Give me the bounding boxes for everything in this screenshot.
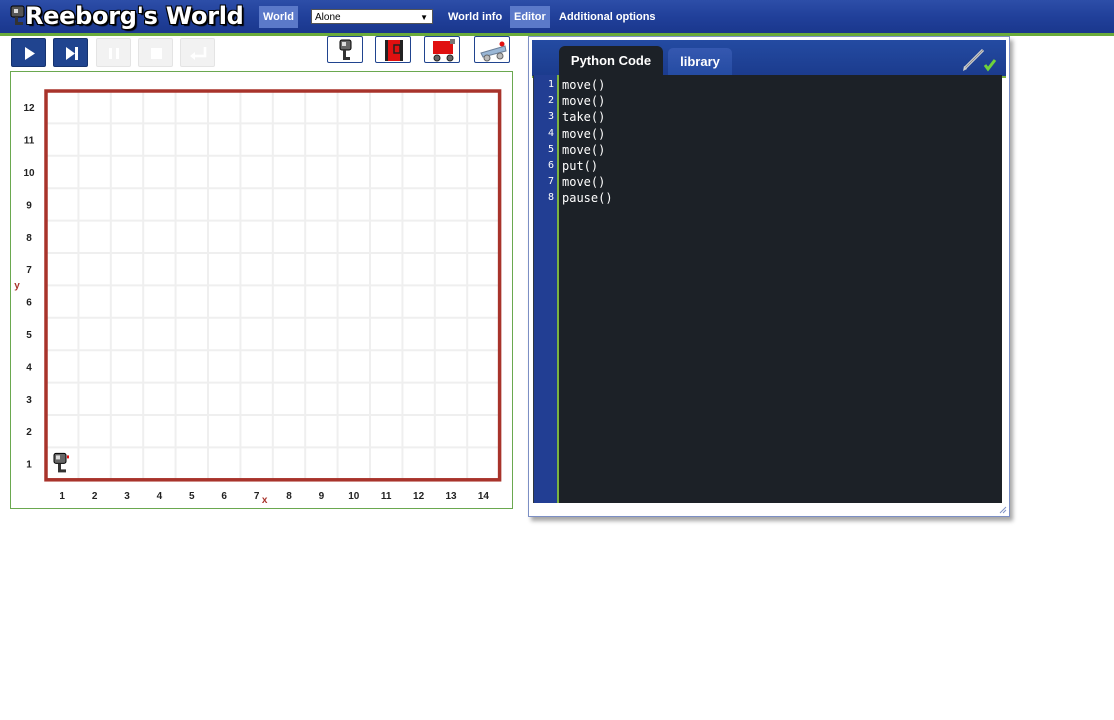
pencil-check-icon[interactable] xyxy=(956,44,1000,74)
line-number-gutter: 1 2 3 4 5 6 7 8 xyxy=(534,75,559,503)
play-icon xyxy=(25,47,35,60)
robot[interactable] xyxy=(53,452,69,473)
x-tick-label: 1 xyxy=(59,491,65,502)
x-tick-label: 13 xyxy=(445,491,457,502)
code-line[interactable]: move() xyxy=(562,175,605,189)
reload-button[interactable] xyxy=(180,38,215,67)
menu-editor[interactable]: Editor xyxy=(510,6,550,28)
y-tick-label: 4 xyxy=(26,362,32,373)
x-tick-label: 5 xyxy=(189,491,195,502)
red-robot-tool-button[interactable] xyxy=(424,36,460,63)
line-number: 4 xyxy=(547,127,554,139)
y-tick-label: 6 xyxy=(26,298,32,309)
y-axis-label: y xyxy=(14,280,20,291)
tab-library[interactable]: library xyxy=(668,48,732,76)
x-tick-label: 10 xyxy=(348,491,360,502)
x-tick-label: 2 xyxy=(92,491,98,502)
stop-icon xyxy=(151,48,162,59)
menu-world[interactable]: World xyxy=(259,6,298,28)
red-robot-icon xyxy=(433,39,455,62)
run-button[interactable] xyxy=(11,38,46,67)
line-number: 1 xyxy=(547,79,554,90)
drawing-tool-button[interactable] xyxy=(474,36,510,63)
code-line[interactable]: move() xyxy=(562,94,605,108)
pause-button[interactable] xyxy=(96,38,131,67)
code-line[interactable]: move() xyxy=(562,143,605,157)
edit-world-button[interactable] xyxy=(375,36,411,63)
line-number: 5 xyxy=(547,143,554,155)
app-title: Reeborg's World xyxy=(25,2,244,30)
dropdown-arrow-icon: ▼ xyxy=(420,13,428,22)
world-select-value: Alone xyxy=(315,12,341,23)
y-tick-label: 10 xyxy=(23,168,35,179)
code-line[interactable]: pause() xyxy=(562,191,613,205)
x-axis-label: x xyxy=(262,495,268,506)
tab-python-code[interactable]: Python Code xyxy=(559,46,663,78)
editor-panel: Python Code library 1 2 3 4 5 6 7 8 move() move(… xyxy=(528,36,1010,517)
code-editor[interactable]: 1 2 3 4 5 6 7 8 move() move() take() move() move() p… xyxy=(533,75,1002,503)
x-tick-label: 4 xyxy=(157,491,163,502)
return-icon xyxy=(190,47,207,60)
editor-tab-bar: Python Code library xyxy=(532,40,1006,78)
line-number: 7 xyxy=(547,176,554,188)
x-tick-label: 8 xyxy=(286,491,292,502)
x-tick-label: 11 xyxy=(381,491,392,502)
menu-additional-options[interactable]: Additional options xyxy=(555,6,660,28)
edit-world-icon xyxy=(385,40,403,61)
code-line[interactable]: move() xyxy=(562,127,605,141)
y-tick-label: 5 xyxy=(26,330,32,341)
y-tick-label: 3 xyxy=(26,395,32,406)
y-tick-label: 7 xyxy=(26,265,32,276)
line-number: 2 xyxy=(547,95,554,107)
step-button[interactable] xyxy=(53,38,88,67)
stop-button[interactable] xyxy=(138,38,173,67)
y-tick-label: 2 xyxy=(26,427,32,438)
world-grid[interactable]: 1 2 3 4 5 6 7 8 9 10 11 12 13 14123456789101112xy xyxy=(11,72,512,508)
menu-world-info[interactable]: World info xyxy=(444,6,506,28)
y-tick-label: 9 xyxy=(26,200,32,211)
line-number: 6 xyxy=(547,160,554,171)
code-line[interactable]: take() xyxy=(562,110,605,124)
world-select[interactable]: Alone ▼ xyxy=(311,9,433,24)
drawing-icon xyxy=(480,41,507,62)
x-tick-label: 3 xyxy=(124,491,130,502)
line-number: 8 xyxy=(547,192,554,204)
world-panel[interactable]: 1 2 3 4 5 6 7 8 9 10 11 12 13 14 1 2 3 4 5 6 7 8 9 10 11 12 x y xyxy=(10,71,513,509)
y-tick-label: 1 xyxy=(26,460,32,471)
pause-icon xyxy=(109,48,119,59)
x-tick-label: 14 xyxy=(478,491,490,502)
code-line[interactable]: move() xyxy=(562,78,605,92)
y-tick-label: 11 xyxy=(24,136,35,147)
y-tick-label: 8 xyxy=(26,233,32,244)
step-icon xyxy=(66,47,78,60)
header-bar: Reeborg's World World Alone ▼ World info… xyxy=(0,0,1114,33)
x-tick-label: 6 xyxy=(221,491,227,502)
x-tick-label: 9 xyxy=(319,491,325,502)
x-tick-label: 7 xyxy=(254,491,260,502)
robot-icon xyxy=(339,39,352,60)
robot-logo-icon xyxy=(10,5,25,25)
x-tick-label: 12 xyxy=(413,491,425,502)
robot-tool-button[interactable] xyxy=(327,36,363,63)
line-number: 3 xyxy=(547,111,554,123)
y-tick-label: 12 xyxy=(23,103,35,114)
resize-handle-icon[interactable] xyxy=(999,506,1007,514)
code-line[interactable]: put() xyxy=(562,159,598,173)
